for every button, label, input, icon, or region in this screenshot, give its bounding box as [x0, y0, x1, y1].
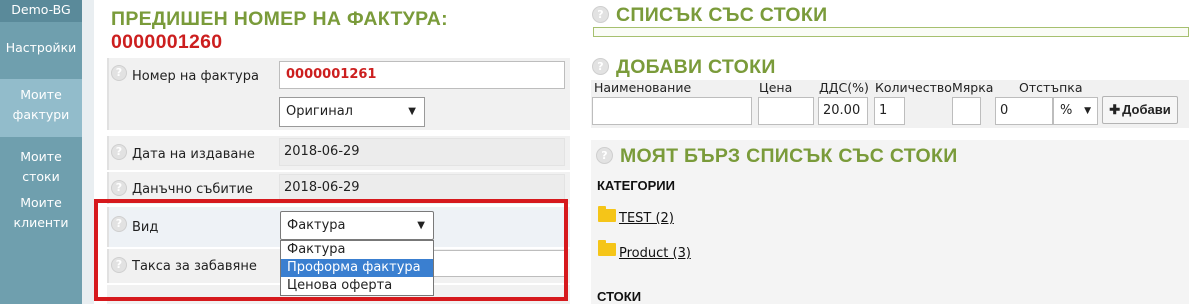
- help-icon[interactable]: ?: [111, 65, 127, 81]
- products-header: СТОКИ: [597, 289, 642, 304]
- discount-input[interactable]: 0: [995, 97, 1053, 125]
- help-icon[interactable]: ?: [596, 147, 613, 164]
- products-list-container: [593, 27, 1189, 37]
- issue-date-row: ? Дата на издаване 2018-06-29: [107, 136, 570, 170]
- quick-list-title: МОЯТ БЪРЗ СПИСЪК СЪС СТОКИ: [620, 145, 958, 167]
- add-product-button[interactable]: ✚ Добави: [1102, 96, 1178, 124]
- sidebar-item-label: клиенти: [13, 215, 69, 230]
- add-product-button-label: Добави: [1122, 102, 1171, 117]
- categories-header: КАТЕГОРИИ: [597, 178, 675, 193]
- sidebar-company[interactable]: Demo-BG: [0, 0, 82, 22]
- sidebar-item-invoices[interactable]: Моите фактури: [0, 79, 82, 137]
- plus-icon: ✚: [1109, 102, 1121, 117]
- invoice-number-input[interactable]: 0000001261: [279, 61, 565, 89]
- column-label-name: Наименование: [594, 80, 692, 95]
- category-link-test[interactable]: TEST (2): [619, 211, 674, 226]
- unit-input[interactable]: [952, 97, 981, 125]
- product-name-input[interactable]: [592, 97, 752, 125]
- chevron-down-icon: ▼: [1084, 106, 1091, 116]
- chevron-down-icon: ▼: [408, 106, 416, 117]
- column-label-quantity: Количество: [875, 80, 952, 95]
- sidebar: Demo-BG Настройки Моите фактури Моите ст…: [0, 0, 82, 304]
- add-products-title: ДОБАВИ СТОКИ: [616, 56, 776, 78]
- sidebar-item-label: Настройки: [5, 40, 77, 55]
- row-divider: [107, 58, 109, 130]
- copy-type-select[interactable]: Оригинал ▼: [279, 97, 425, 127]
- tax-event-label: Данъчно събитие: [132, 182, 253, 197]
- previous-invoice-title: ПРЕДИШЕН НОМЕР НА ФАКТУРА:: [111, 8, 448, 30]
- price-input[interactable]: [758, 97, 814, 125]
- column-label-discount: Отстъпка: [1019, 80, 1083, 95]
- folder-icon: [598, 206, 616, 222]
- products-list-title: СПИСЪК СЪС СТОКИ: [616, 4, 828, 26]
- issue-date-field[interactable]: 2018-06-29: [279, 138, 565, 166]
- highlight-box: [94, 199, 568, 301]
- sidebar-item-products[interactable]: Моите стоки: [0, 147, 82, 187]
- help-icon[interactable]: ?: [592, 58, 609, 75]
- sidebar-item-clients[interactable]: Моите клиенти: [0, 193, 82, 233]
- sidebar-item-label: Моите: [20, 195, 62, 210]
- copy-type-value: Оригинал: [286, 104, 353, 119]
- folder-icon: [598, 240, 616, 256]
- quantity-input[interactable]: 1: [874, 97, 905, 125]
- column-label-vat: ДДС(%): [819, 80, 869, 95]
- row-divider: [107, 136, 109, 170]
- discount-type-value: %: [1060, 103, 1073, 118]
- invoice-number-label: Номер на фактура: [132, 69, 259, 84]
- invoice-number-row: ? Номер на фактура 0000001261 Оригинал ▼: [107, 58, 570, 130]
- help-icon[interactable]: ?: [592, 6, 609, 23]
- sidebar-item-label: Моите стоки: [20, 149, 62, 184]
- category-link-product[interactable]: Product (3): [619, 246, 691, 261]
- sidebar-item-label: фактури: [12, 107, 70, 122]
- vat-input[interactable]: 20.00: [818, 97, 868, 125]
- previous-invoice-number: 0000001260: [111, 31, 223, 53]
- issue-date-label: Дата на издаване: [132, 147, 255, 162]
- column-label-price: Цена: [759, 80, 793, 95]
- discount-type-select[interactable]: % ▼: [1053, 97, 1098, 125]
- tax-event-field[interactable]: 2018-06-29: [279, 174, 565, 202]
- column-label-unit: Мярка: [952, 80, 994, 95]
- sidebar-item-label: Моите: [20, 87, 62, 102]
- sidebar-separator: [82, 0, 94, 304]
- help-icon[interactable]: ?: [111, 144, 127, 160]
- sidebar-item-settings[interactable]: Настройки: [0, 38, 82, 58]
- help-icon[interactable]: ?: [111, 180, 127, 196]
